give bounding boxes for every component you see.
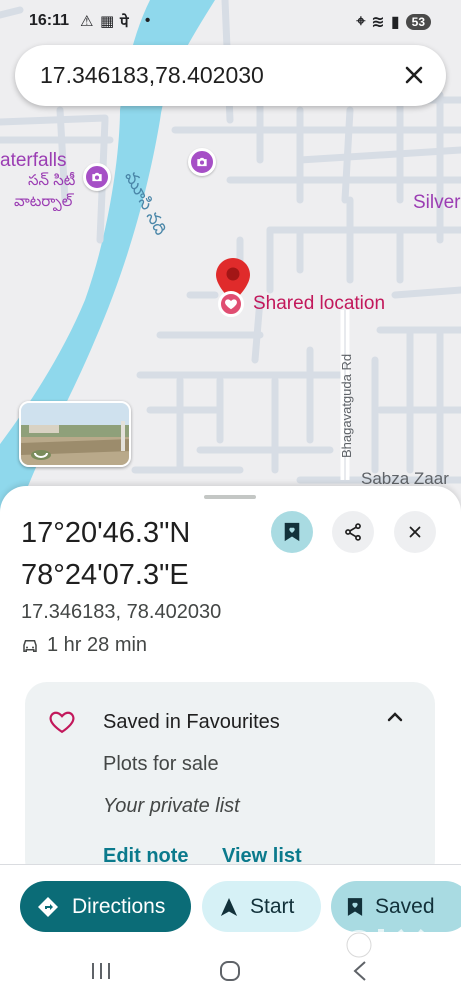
poi-waterfalls-telugu-2: వాటర్పాల్ (14, 193, 73, 210)
drive-time-text: 1 hr 28 min (47, 634, 148, 656)
search-query[interactable]: 17.346183,78.402030 (40, 62, 264, 89)
sheet-drag-handle[interactable] (204, 495, 256, 499)
directions-label: Directions (72, 894, 166, 918)
bookmark-icon (347, 897, 363, 916)
poi-camera-pin[interactable] (83, 163, 111, 191)
poi-camera-pin-2[interactable] (188, 148, 216, 176)
warning-icon: ⚠ (80, 13, 94, 30)
start-label: Start (250, 894, 295, 918)
poi-silver-label[interactable]: Silver (413, 192, 461, 214)
recents-button[interactable] (86, 957, 116, 985)
app-indicator: पे (120, 14, 129, 31)
dot-icon: • (145, 12, 151, 29)
street-view-image (21, 403, 129, 465)
navigation-arrow-icon (220, 897, 238, 916)
share-button[interactable] (332, 511, 374, 553)
collapse-saved-button[interactable] (382, 705, 408, 731)
shared-location-marker[interactable] (218, 291, 244, 317)
save-toggle-button[interactable] (271, 511, 313, 553)
location-icon: ⌖ (356, 13, 366, 30)
shared-location-label: Shared location (253, 293, 386, 314)
place-title: 17°20'46.3"N 78°24'07.3"E (21, 512, 190, 596)
close-icon (405, 66, 423, 84)
wifi-icon: ≋ (371, 14, 385, 31)
place-title-lat: 17°20'46.3"N (21, 517, 191, 549)
heart-icon (225, 299, 237, 310)
saved-label: Saved (375, 894, 435, 918)
home-icon (220, 961, 240, 981)
place-title-lng: 78°24'07.3"E (21, 559, 189, 591)
status-bar: 16:11 ⚠ ▦ पे • ⌖ ≋ ▮ 53 (0, 0, 461, 42)
camera-icon (92, 172, 102, 182)
directions-icon (38, 896, 58, 917)
home-button[interactable] (215, 957, 245, 985)
saved-list-name: Plots for sale (103, 753, 219, 775)
recents-icon (92, 963, 110, 979)
drive-time: 1 hr 28 min (21, 634, 147, 657)
camera-icon (197, 157, 207, 167)
battery-indicator: 53 (405, 14, 431, 30)
saved-in-title: Saved in Favourites (103, 711, 280, 733)
chevron-up-icon (387, 712, 403, 722)
directions-button[interactable]: Directions (20, 881, 191, 932)
start-button[interactable]: Start (202, 881, 321, 932)
heart-outline-icon (49, 711, 75, 734)
share-icon (345, 523, 361, 541)
search-bar[interactable]: 17.346183,78.402030 (15, 45, 446, 106)
decimal-coordinates[interactable]: 17.346183, 78.402030 (21, 601, 221, 624)
close-sheet-button[interactable] (394, 511, 436, 553)
poi-waterfalls-telugu: సన్ సిటీ (28, 172, 76, 189)
street-view-thumbnail[interactable] (19, 401, 131, 467)
status-right: ⌖ ≋ ▮ 53 (356, 12, 431, 32)
olx-watermark-logo: olx (344, 929, 426, 962)
calendar-icon: ▦ (100, 13, 115, 30)
private-list-label: Your private list (103, 795, 240, 817)
signal-icon: ▮ (390, 14, 400, 31)
bookmark-heart-icon (284, 522, 300, 542)
car-icon (23, 639, 37, 652)
clear-search-button[interactable] (400, 61, 428, 89)
status-time: 16:11 (29, 12, 70, 29)
poi-waterfalls-label[interactable]: aterfalls (0, 150, 67, 172)
road-label: Bhagavatguda Rd (339, 353, 354, 458)
close-icon (409, 526, 421, 538)
